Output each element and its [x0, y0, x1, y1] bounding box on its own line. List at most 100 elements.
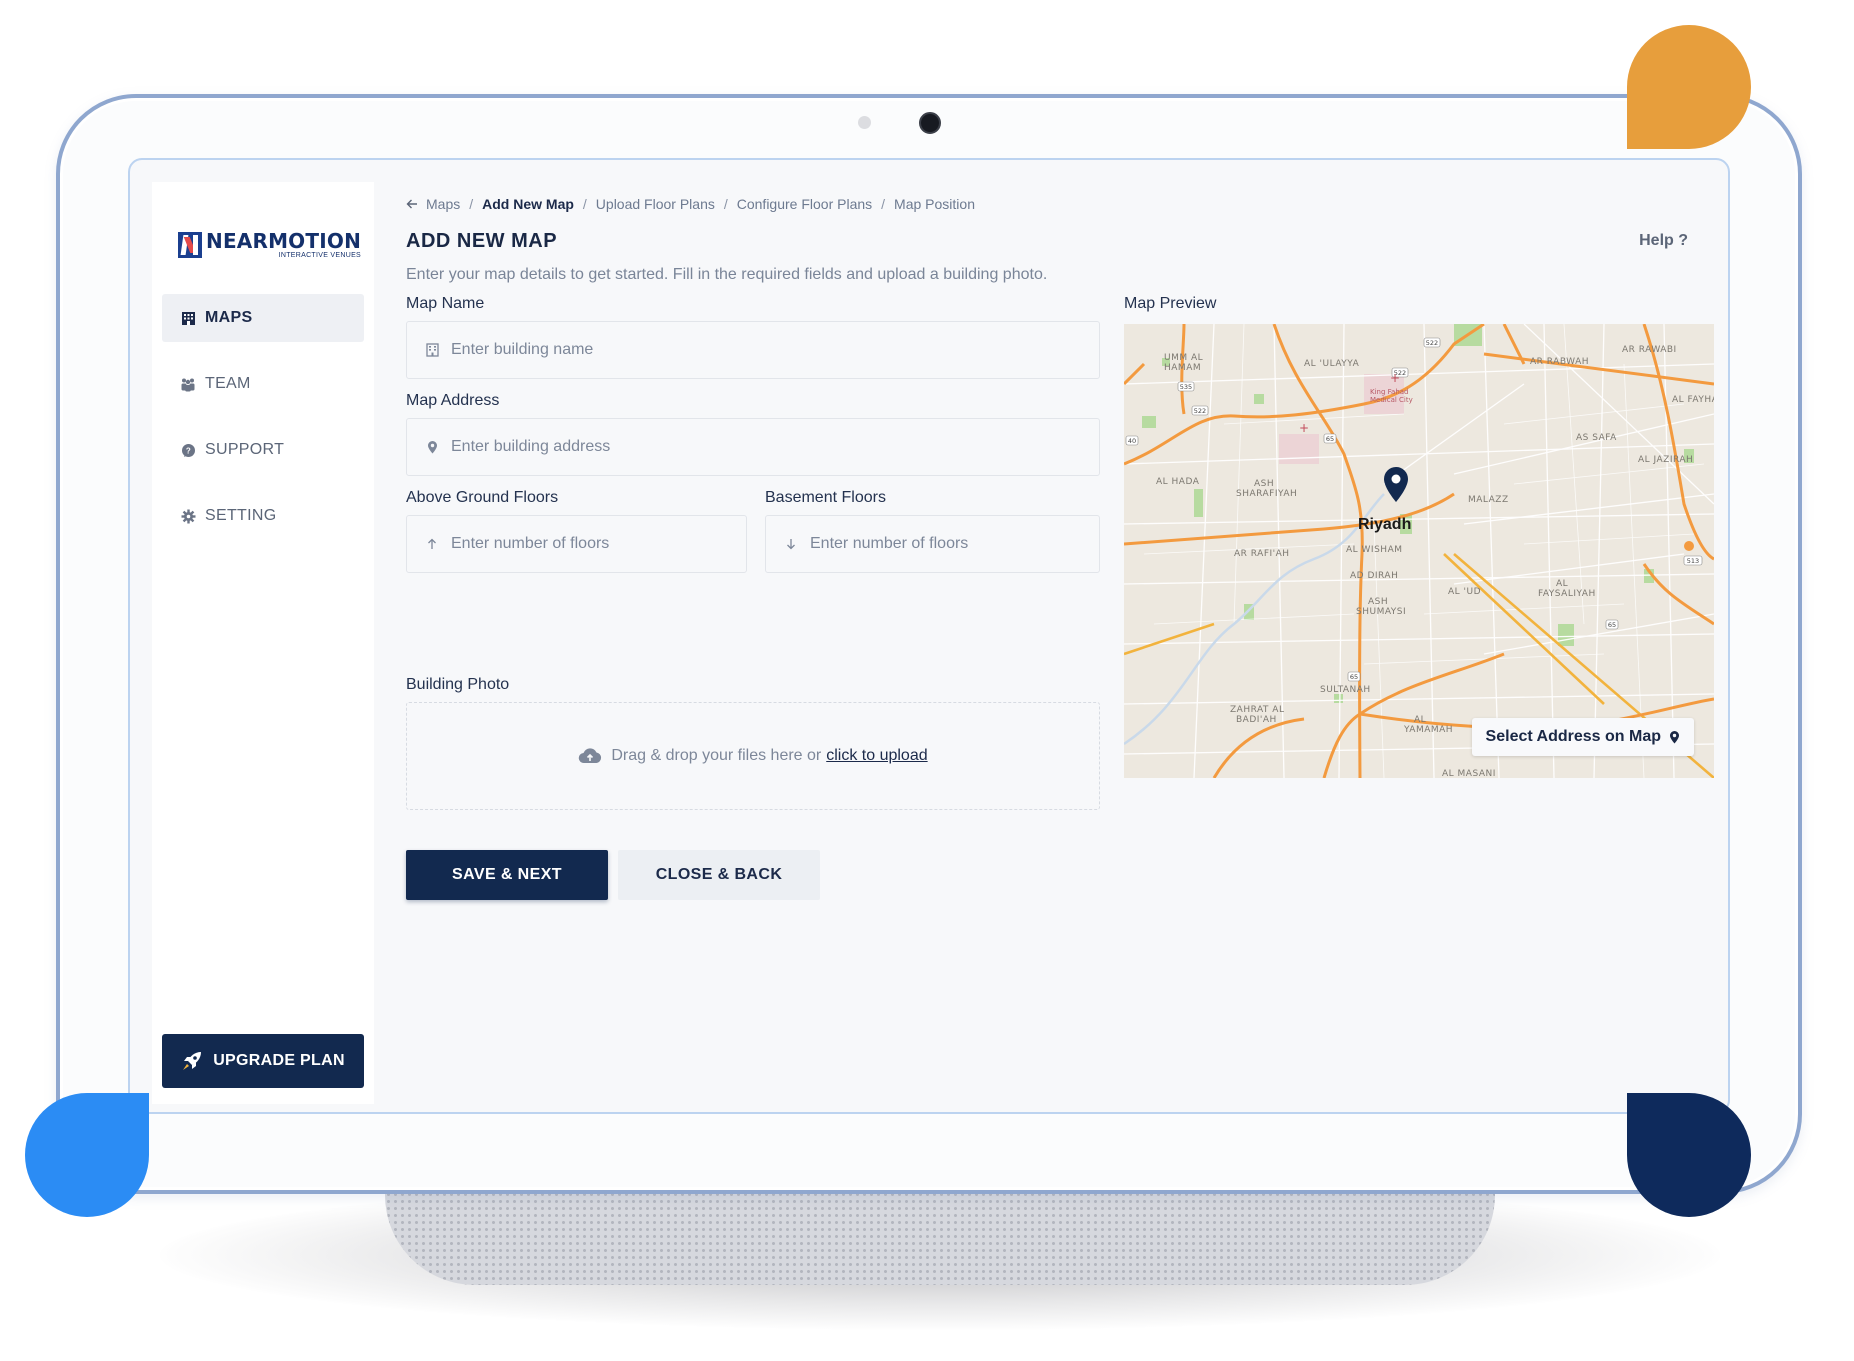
upgrade-plan-button[interactable]: UPGRADE PLAN [162, 1034, 364, 1088]
svg-text:UMM AL: UMM AL [1164, 353, 1203, 363]
sidebar-item-maps[interactable]: MAPS [162, 294, 364, 342]
team-icon [180, 376, 196, 392]
basement-floors-field[interactable] [765, 515, 1100, 573]
svg-text:AS SAFA: AS SAFA [1576, 433, 1617, 443]
sensor-dot [858, 116, 871, 129]
orange-drop-decoration [1627, 25, 1751, 149]
location-pin-icon [1669, 730, 1680, 744]
page-subtitle: Enter your map details to get started. F… [406, 266, 1048, 283]
map-address-label: Map Address [406, 392, 500, 409]
map-address-input[interactable] [451, 438, 991, 456]
svg-text:ZAHRAT AL: ZAHRAT AL [1230, 705, 1284, 715]
svg-text:AL MASANI: AL MASANI [1442, 769, 1496, 778]
svg-text:65: 65 [1608, 621, 1616, 629]
svg-text:MALAZZ: MALAZZ [1468, 495, 1509, 505]
arrow-left-icon[interactable] [406, 198, 418, 210]
map-address-field[interactable] [406, 418, 1100, 476]
map-name-label: Map Name [406, 295, 485, 312]
rocket-icon [181, 1050, 203, 1072]
svg-text:40: 40 [1128, 437, 1136, 445]
location-pin-icon [425, 440, 439, 454]
svg-text:SHARAFIYAH: SHARAFIYAH [1236, 489, 1297, 499]
svg-text:AR RAWABI: AR RAWABI [1622, 345, 1677, 355]
svg-text:AD DIRAH: AD DIRAH [1350, 571, 1398, 581]
brand-logo[interactable]: NEARMOTION INTERACTIVE VENUES [178, 230, 361, 259]
svg-text:ASH: ASH [1368, 597, 1388, 607]
breadcrumb-item-map-position[interactable]: Map Position [894, 196, 975, 212]
sidebar-item-label: TEAM [205, 375, 251, 392]
svg-text:+: + [1299, 421, 1309, 435]
brand-tagline: INTERACTIVE VENUES [278, 252, 362, 259]
navy-drop-decoration [1627, 1093, 1751, 1217]
sidebar-item-team[interactable]: TEAM [162, 360, 364, 408]
svg-text:AL 'ULAYYA: AL 'ULAYYA [1304, 359, 1360, 369]
sidebar-item-support[interactable]: ? SUPPORT [162, 426, 364, 474]
map-canvas[interactable]: 522 535 522 522 40 65 513 65 65 UMM ALHA… [1124, 324, 1714, 778]
map-preview-label: Map Preview [1124, 295, 1217, 312]
map-name-field[interactable] [406, 321, 1100, 379]
breadcrumb-separator: / [582, 196, 587, 212]
svg-text:AL JAZIRAH: AL JAZIRAH [1638, 455, 1693, 465]
breadcrumb-item-maps[interactable]: Maps [426, 196, 460, 212]
svg-text:AL: AL [1556, 579, 1568, 589]
sidebar-nav: MAPS TEAM ? SUPPORT SETTING [162, 294, 364, 558]
svg-text:AL HADA: AL HADA [1156, 477, 1200, 487]
camera-lens [919, 112, 941, 134]
svg-text:King Fahad: King Fahad [1370, 388, 1408, 396]
breadcrumb-item-configure-floor-plans[interactable]: Configure Floor Plans [737, 196, 872, 212]
svg-text:AL: AL [1414, 715, 1426, 725]
select-address-on-map-button[interactable]: Select Address on Map [1471, 718, 1694, 756]
page-title: ADD NEW MAP [406, 230, 558, 252]
arrow-up-icon [425, 537, 439, 551]
svg-text:Medical City: Medical City [1370, 396, 1413, 404]
svg-text:ASH: ASH [1254, 479, 1274, 489]
above-ground-floors-label: Above Ground Floors [406, 489, 559, 506]
svg-text:522: 522 [1426, 339, 1438, 347]
support-icon: ? [180, 442, 196, 458]
svg-text:535: 535 [1180, 383, 1192, 391]
svg-text:AR RAFI'AH: AR RAFI'AH [1234, 549, 1290, 559]
blue-drop-decoration [25, 1093, 149, 1217]
sidebar-item-setting[interactable]: SETTING [162, 492, 364, 540]
above-ground-floors-field[interactable] [406, 515, 747, 573]
basement-floors-input[interactable] [810, 535, 1062, 553]
svg-text:SHUMAYSI: SHUMAYSI [1356, 607, 1406, 617]
svg-text:AL 'UD: AL 'UD [1448, 587, 1481, 597]
brand-name: NEARMOTION [206, 229, 362, 253]
building-icon [180, 310, 196, 326]
breadcrumb-separator: / [723, 196, 728, 212]
help-link[interactable]: Help ? [1639, 232, 1688, 250]
breadcrumb-separator: / [881, 196, 886, 212]
dropzone-text: Drag & drop your files here or [611, 747, 822, 764]
close-back-button[interactable]: CLOSE & BACK [618, 850, 820, 900]
breadcrumb-separator: / [469, 196, 474, 212]
svg-text:513: 513 [1687, 557, 1699, 565]
svg-text:BADI'AH: BADI'AH [1236, 715, 1277, 725]
save-next-button[interactable]: SAVE & NEXT [406, 850, 608, 900]
svg-text:AL WISHAM: AL WISHAM [1346, 545, 1403, 555]
building-icon [425, 343, 439, 357]
upgrade-plan-label: UPGRADE PLAN [213, 1052, 345, 1069]
click-to-upload-link[interactable]: click to upload [826, 747, 927, 765]
sidebar: NEARMOTION INTERACTIVE VENUES MAPS TEAM [152, 182, 374, 1104]
device-mockup: NEARMOTION INTERACTIVE VENUES MAPS TEAM [0, 0, 1854, 1361]
svg-text:+: + [1390, 371, 1400, 385]
breadcrumb: Maps / Add New Map / Upload Floor Plans … [406, 196, 975, 212]
map-name-input[interactable] [451, 341, 991, 359]
svg-text:FAYSALIYAH: FAYSALIYAH [1538, 589, 1596, 599]
svg-text:AL FAYHA: AL FAYHA [1672, 395, 1714, 405]
breadcrumb-item-upload-floor-plans[interactable]: Upload Floor Plans [596, 196, 715, 212]
arrow-down-icon [784, 537, 798, 551]
above-ground-floors-input[interactable] [451, 535, 708, 553]
svg-text:65: 65 [1326, 435, 1334, 443]
breadcrumb-item-add-new-map[interactable]: Add New Map [482, 196, 574, 212]
svg-text:522: 522 [1194, 407, 1206, 415]
svg-text:AR RABWAH: AR RABWAH [1530, 357, 1589, 367]
city-label: Riyadh [1358, 516, 1411, 533]
building-photo-dropzone[interactable]: Drag & drop your files here or click to … [406, 702, 1100, 810]
map-preview[interactable]: 522 535 522 522 40 65 513 65 65 UMM AL HA… [1124, 324, 1714, 778]
svg-text:SULTANAH: SULTANAH [1320, 685, 1371, 695]
sidebar-item-label: SUPPORT [205, 441, 285, 458]
basement-floors-label: Basement Floors [765, 489, 886, 506]
sidebar-item-label: SETTING [205, 507, 277, 524]
